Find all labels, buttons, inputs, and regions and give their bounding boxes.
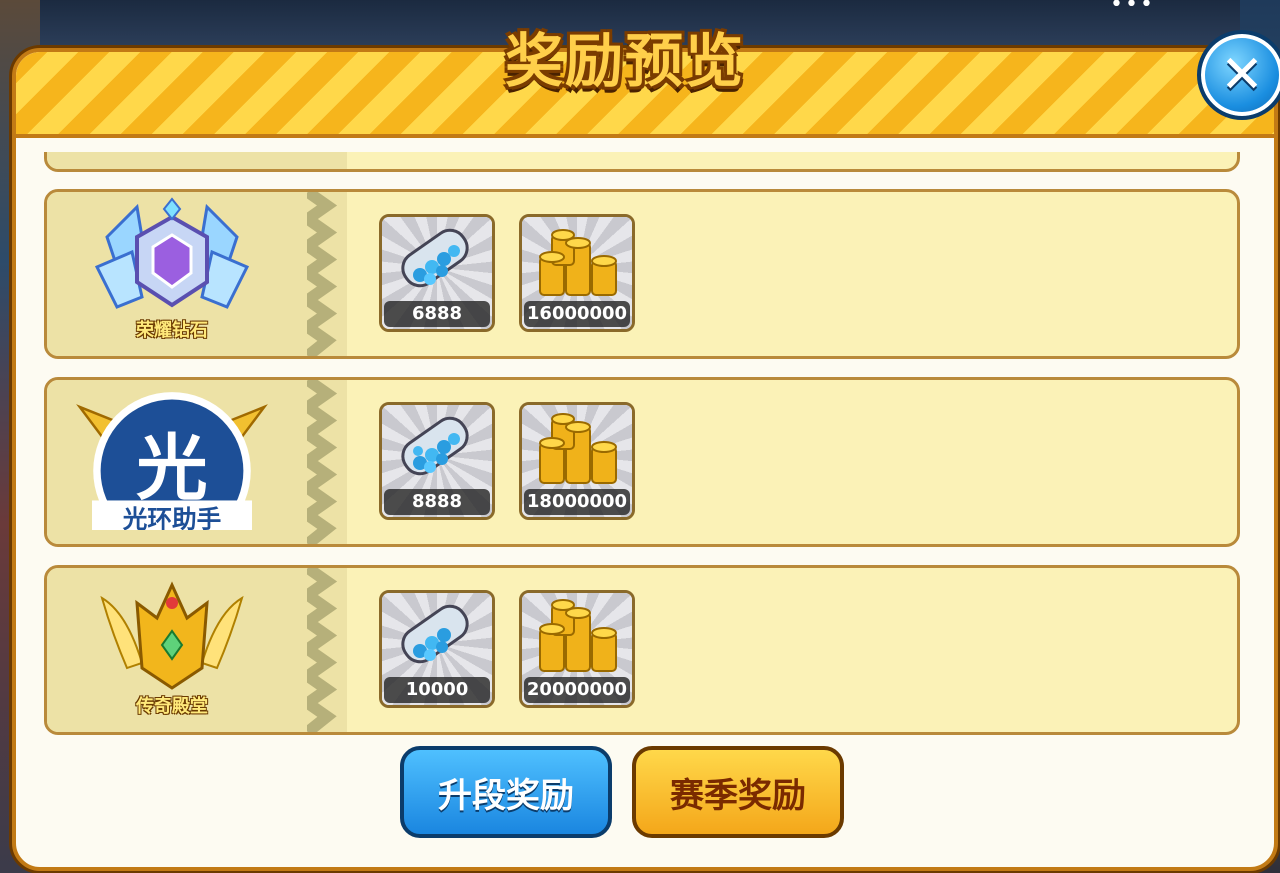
- rank-name: 光环助手: [122, 505, 221, 530]
- diamond-crest-badge-icon: [94, 197, 250, 309]
- gold-coins-icon: [539, 229, 617, 296]
- close-button[interactable]: ✕: [1197, 30, 1280, 120]
- reward-amount: 6888: [384, 301, 490, 327]
- reward-amount: 18000000: [524, 489, 630, 515]
- close-icon: ✕: [1220, 45, 1264, 105]
- rank-row: 传奇殿堂 10000 20000000: [44, 565, 1240, 735]
- season-rewards-button[interactable]: 赛季奖励: [632, 746, 844, 838]
- reward-amount: 16000000: [524, 301, 630, 327]
- rank-row: 光 光环助手 8888 18000000: [44, 377, 1240, 547]
- zigzag-divider: [307, 192, 338, 356]
- reward-item-coins[interactable]: 18000000: [519, 402, 635, 520]
- reward-item-coins[interactable]: 16000000: [519, 214, 635, 332]
- gem-bottle-icon: [401, 604, 469, 664]
- reward-amount: 10000: [384, 677, 490, 703]
- reward-preview-dialog: 荣耀钻石 6888 16000000 光 光环助手 8888 18000000 …: [12, 48, 1278, 871]
- gem-bottle-icon: [401, 228, 469, 288]
- gold-coins-icon: [539, 413, 617, 484]
- dialog-title-plate: 奖励预览: [455, 8, 795, 104]
- svg-text:光: 光: [136, 427, 207, 510]
- reward-amount: 8888: [384, 489, 490, 515]
- rank-row-partial: [44, 152, 1240, 172]
- rank-row: 荣耀钻石 6888 16000000: [44, 189, 1240, 359]
- promotion-rewards-button[interactable]: 升段奖励: [400, 746, 612, 838]
- gold-coins-icon: [539, 599, 617, 672]
- halo-assistant-watermark-icon: 光 光环助手: [76, 392, 268, 530]
- reward-item-coins[interactable]: 20000000: [519, 590, 635, 708]
- reward-item-gems[interactable]: 6888: [379, 214, 495, 332]
- reward-item-gems[interactable]: 8888: [379, 402, 495, 520]
- status-bar-dots: •••: [1110, 0, 1155, 17]
- gem-bottle-icon: [401, 416, 469, 476]
- legend-hall-badge-icon: [100, 581, 244, 690]
- dialog-title: 奖励预览: [504, 27, 745, 95]
- rank-reward-list[interactable]: 荣耀钻石 6888 16000000 光 光环助手 8888 18000000 …: [44, 152, 1244, 742]
- rank-name: 荣耀钻石: [136, 320, 208, 341]
- rank-name: 传奇殿堂: [136, 696, 208, 717]
- reward-item-gems[interactable]: 10000: [379, 590, 495, 708]
- zigzag-divider: [307, 380, 338, 544]
- reward-amount: 20000000: [524, 677, 630, 703]
- zigzag-divider: [307, 568, 338, 732]
